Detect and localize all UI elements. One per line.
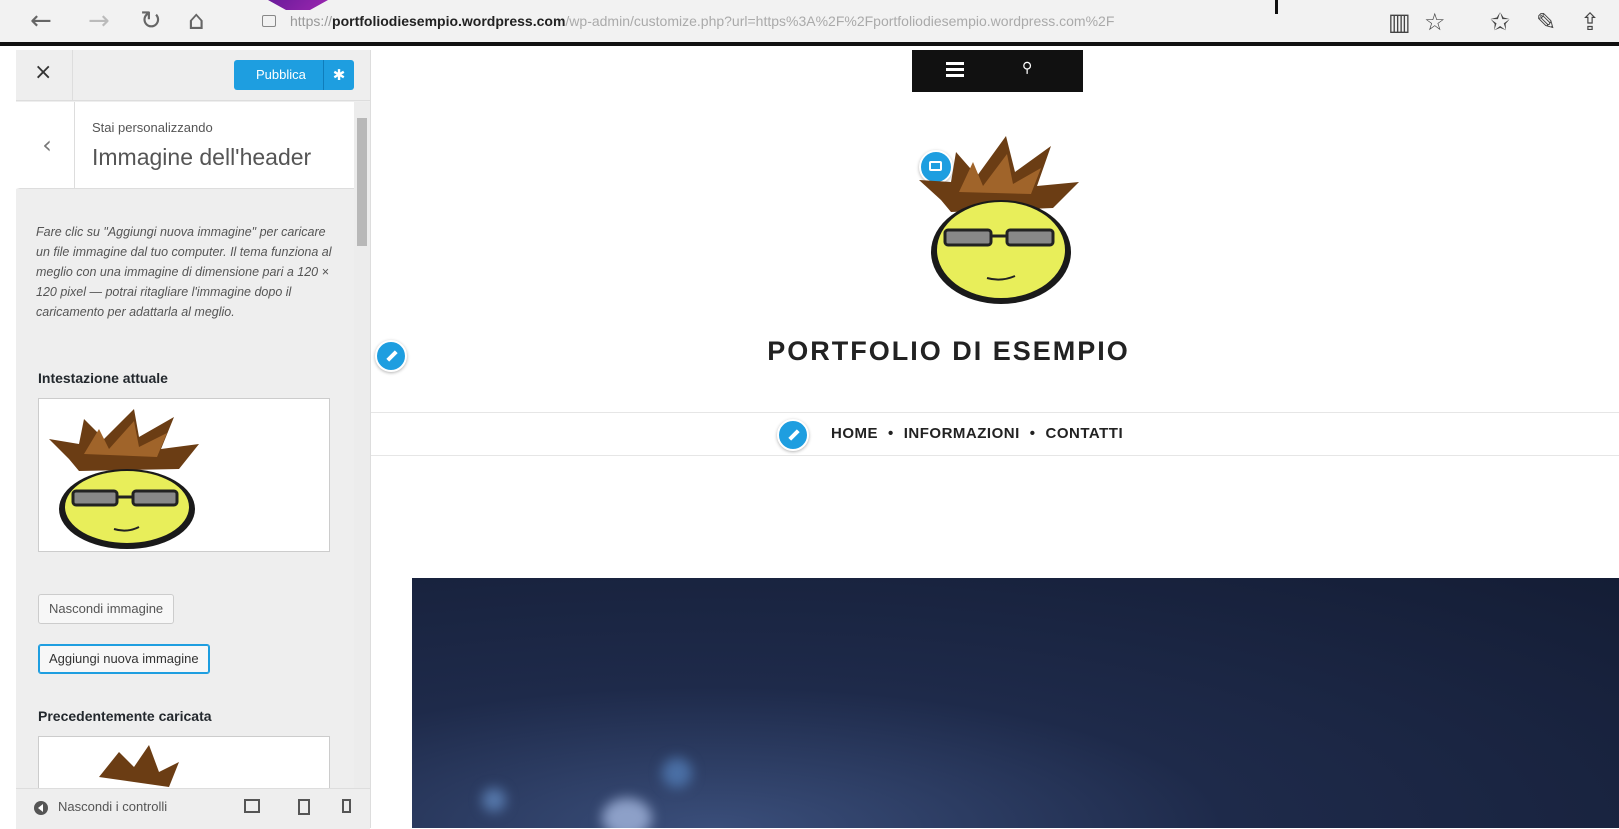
forward-icon[interactable]: → bbox=[88, 6, 110, 36]
previously-uploaded-heading: Precedentemente caricata bbox=[38, 708, 212, 724]
reading-view-icon[interactable]: ▥ bbox=[1388, 8, 1411, 36]
site-title[interactable]: PORTFOLIO DI ESEMPIO bbox=[371, 336, 1526, 367]
customizing-label: Stai personalizzando bbox=[92, 120, 213, 135]
collapse-icon bbox=[34, 800, 48, 815]
scrollbar-thumb[interactable] bbox=[357, 118, 367, 246]
url-scheme: https:// bbox=[290, 13, 333, 29]
publish-button[interactable]: Pubblica ✱ bbox=[234, 60, 354, 90]
menu-separator: • bbox=[1029, 425, 1036, 442]
back-button[interactable]: ‹ bbox=[20, 102, 75, 188]
favorites-list-icon[interactable]: ✩ bbox=[1490, 8, 1510, 36]
hide-controls-button[interactable]: Nascondi i controlli bbox=[34, 799, 167, 815]
add-new-image-button[interactable]: Aggiungi nuova immagine bbox=[38, 644, 210, 674]
close-icon[interactable]: × bbox=[34, 60, 52, 85]
divider bbox=[72, 50, 73, 100]
tablet-preview-icon[interactable] bbox=[298, 799, 310, 815]
menu-item-contatti[interactable]: CONTATTI bbox=[1046, 425, 1124, 442]
section-description: Fare clic su "Aggiungi nuova immagine" p… bbox=[36, 225, 332, 319]
avatar-image bbox=[49, 409, 199, 549]
favorite-star-icon[interactable]: ☆ bbox=[1424, 8, 1446, 36]
search-icon[interactable]: ⚲ bbox=[1022, 60, 1032, 76]
gear-icon[interactable]: ✱ bbox=[323, 60, 354, 90]
menu-icon[interactable] bbox=[946, 62, 964, 77]
publish-label: Pubblica bbox=[256, 67, 306, 82]
desktop-preview-icon[interactable] bbox=[244, 799, 260, 813]
reload-icon[interactable]: ↻ bbox=[140, 6, 162, 36]
primary-menu: HOME • INFORMAZIONI • CONTATTI bbox=[371, 412, 1619, 456]
back-icon[interactable]: ← bbox=[30, 6, 52, 36]
bokeh-light bbox=[662, 758, 692, 788]
site-preview: ⚲ PORTFOLIO DI ESEMPIO HOME • INFORMAZIONI… bbox=[371, 50, 1619, 828]
current-header-image[interactable] bbox=[38, 398, 330, 552]
header-avatar-image bbox=[919, 136, 1079, 304]
mobile-preview-icon[interactable] bbox=[342, 799, 351, 813]
edit-menu-icon[interactable] bbox=[777, 419, 809, 451]
chevron-left-icon: ‹ bbox=[42, 131, 52, 159]
customizer-footer: Nascondi i controlli bbox=[16, 788, 370, 829]
customizer-panel: × Pubblica ✱ ‹ Stai personalizzando Imma… bbox=[16, 50, 371, 829]
home-icon[interactable]: ⌂ bbox=[188, 6, 205, 36]
current-header-heading: Intestazione attuale bbox=[38, 370, 168, 386]
url-host: portfoliodiesempio.wordpress.com bbox=[332, 13, 566, 29]
menu-item-home[interactable]: HOME bbox=[831, 425, 878, 442]
top-navigation: ⚲ bbox=[912, 50, 1083, 92]
hide-controls-label: Nascondi i controlli bbox=[58, 799, 168, 814]
address-bar[interactable]: https://portfoliodiesempio.wordpress.com… bbox=[262, 6, 1328, 36]
section-title: Immagine dell'header bbox=[92, 144, 312, 170]
hide-image-button[interactable]: Nascondi immagine bbox=[38, 594, 175, 624]
url-path: /wp-admin/customize.php?url=https%3A%2F%… bbox=[565, 13, 1115, 29]
hero-image bbox=[412, 578, 1619, 828]
bokeh-light bbox=[602, 798, 652, 828]
browser-toolbar: ← → ↻ ⌂ https://portfoliodiesempio.wordp… bbox=[0, 0, 1619, 46]
share-icon[interactable]: ⇪ bbox=[1580, 8, 1600, 36]
menu-items: HOME • INFORMAZIONI • CONTATTI bbox=[831, 425, 1123, 442]
section-header: ‹ Stai personalizzando Immagine dell'hea… bbox=[16, 102, 358, 189]
web-notes-icon[interactable]: ✎ bbox=[1536, 8, 1556, 36]
bokeh-light bbox=[482, 788, 506, 812]
customizer-header: × Pubblica ✱ bbox=[16, 50, 370, 101]
lock-icon bbox=[262, 15, 276, 28]
menu-separator: • bbox=[888, 425, 894, 442]
text-cursor bbox=[1275, 0, 1278, 14]
menu-item-informazioni[interactable]: INFORMAZIONI bbox=[904, 425, 1020, 442]
